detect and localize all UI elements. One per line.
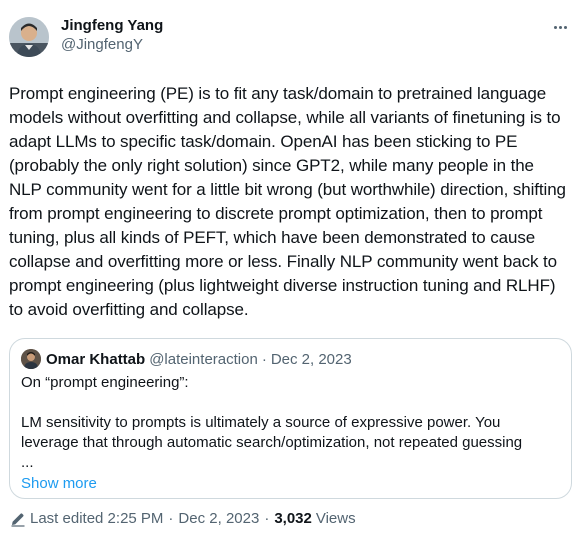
quoted-tweet-text: On “prompt engineering”: LM sensitivity … bbox=[21, 374, 523, 471]
views-label: Views bbox=[315, 510, 356, 527]
quoted-separator: · bbox=[261, 350, 267, 368]
tweet: Jingfeng Yang @JingfengY Prompt engineer… bbox=[0, 0, 584, 543]
more-options-icon[interactable] bbox=[550, 20, 570, 34]
tweet-header: Jingfeng Yang @JingfengY bbox=[9, 12, 575, 60]
quoted-author-avatar bbox=[21, 349, 41, 369]
author-names: Jingfeng Yang @JingfengY bbox=[61, 16, 163, 54]
last-edited-link[interactable]: Last edited 2:25 PM bbox=[30, 510, 163, 527]
quoted-author-display-name: Omar Khattab bbox=[46, 350, 146, 368]
quoted-date: Dec 2, 2023 bbox=[270, 350, 352, 368]
footer-date[interactable]: Dec 2, 2023 bbox=[178, 510, 259, 527]
pencil-icon bbox=[10, 511, 26, 527]
tweet-text: Prompt engineering (PE) is to fit any ta… bbox=[9, 84, 566, 319]
author-avatar[interactable] bbox=[9, 17, 49, 57]
quoted-tweet-header: Omar Khattab @lateinteraction · Dec 2, 2… bbox=[21, 349, 560, 369]
footer-separator-2: · bbox=[264, 510, 270, 527]
quoted-author-handle: @lateinteraction bbox=[149, 350, 258, 368]
author-display-name[interactable]: Jingfeng Yang bbox=[61, 16, 163, 35]
footer-separator: · bbox=[168, 510, 174, 527]
quoted-tweet[interactable]: Omar Khattab @lateinteraction · Dec 2, 2… bbox=[9, 338, 572, 499]
show-more-link[interactable]: Show more bbox=[21, 475, 97, 492]
author-handle[interactable]: @JingfengY bbox=[61, 35, 163, 54]
tweet-footer: Last edited 2:25 PM · Dec 2, 2023 · 3,03… bbox=[10, 510, 356, 527]
views-count: 3,032 bbox=[274, 510, 312, 527]
